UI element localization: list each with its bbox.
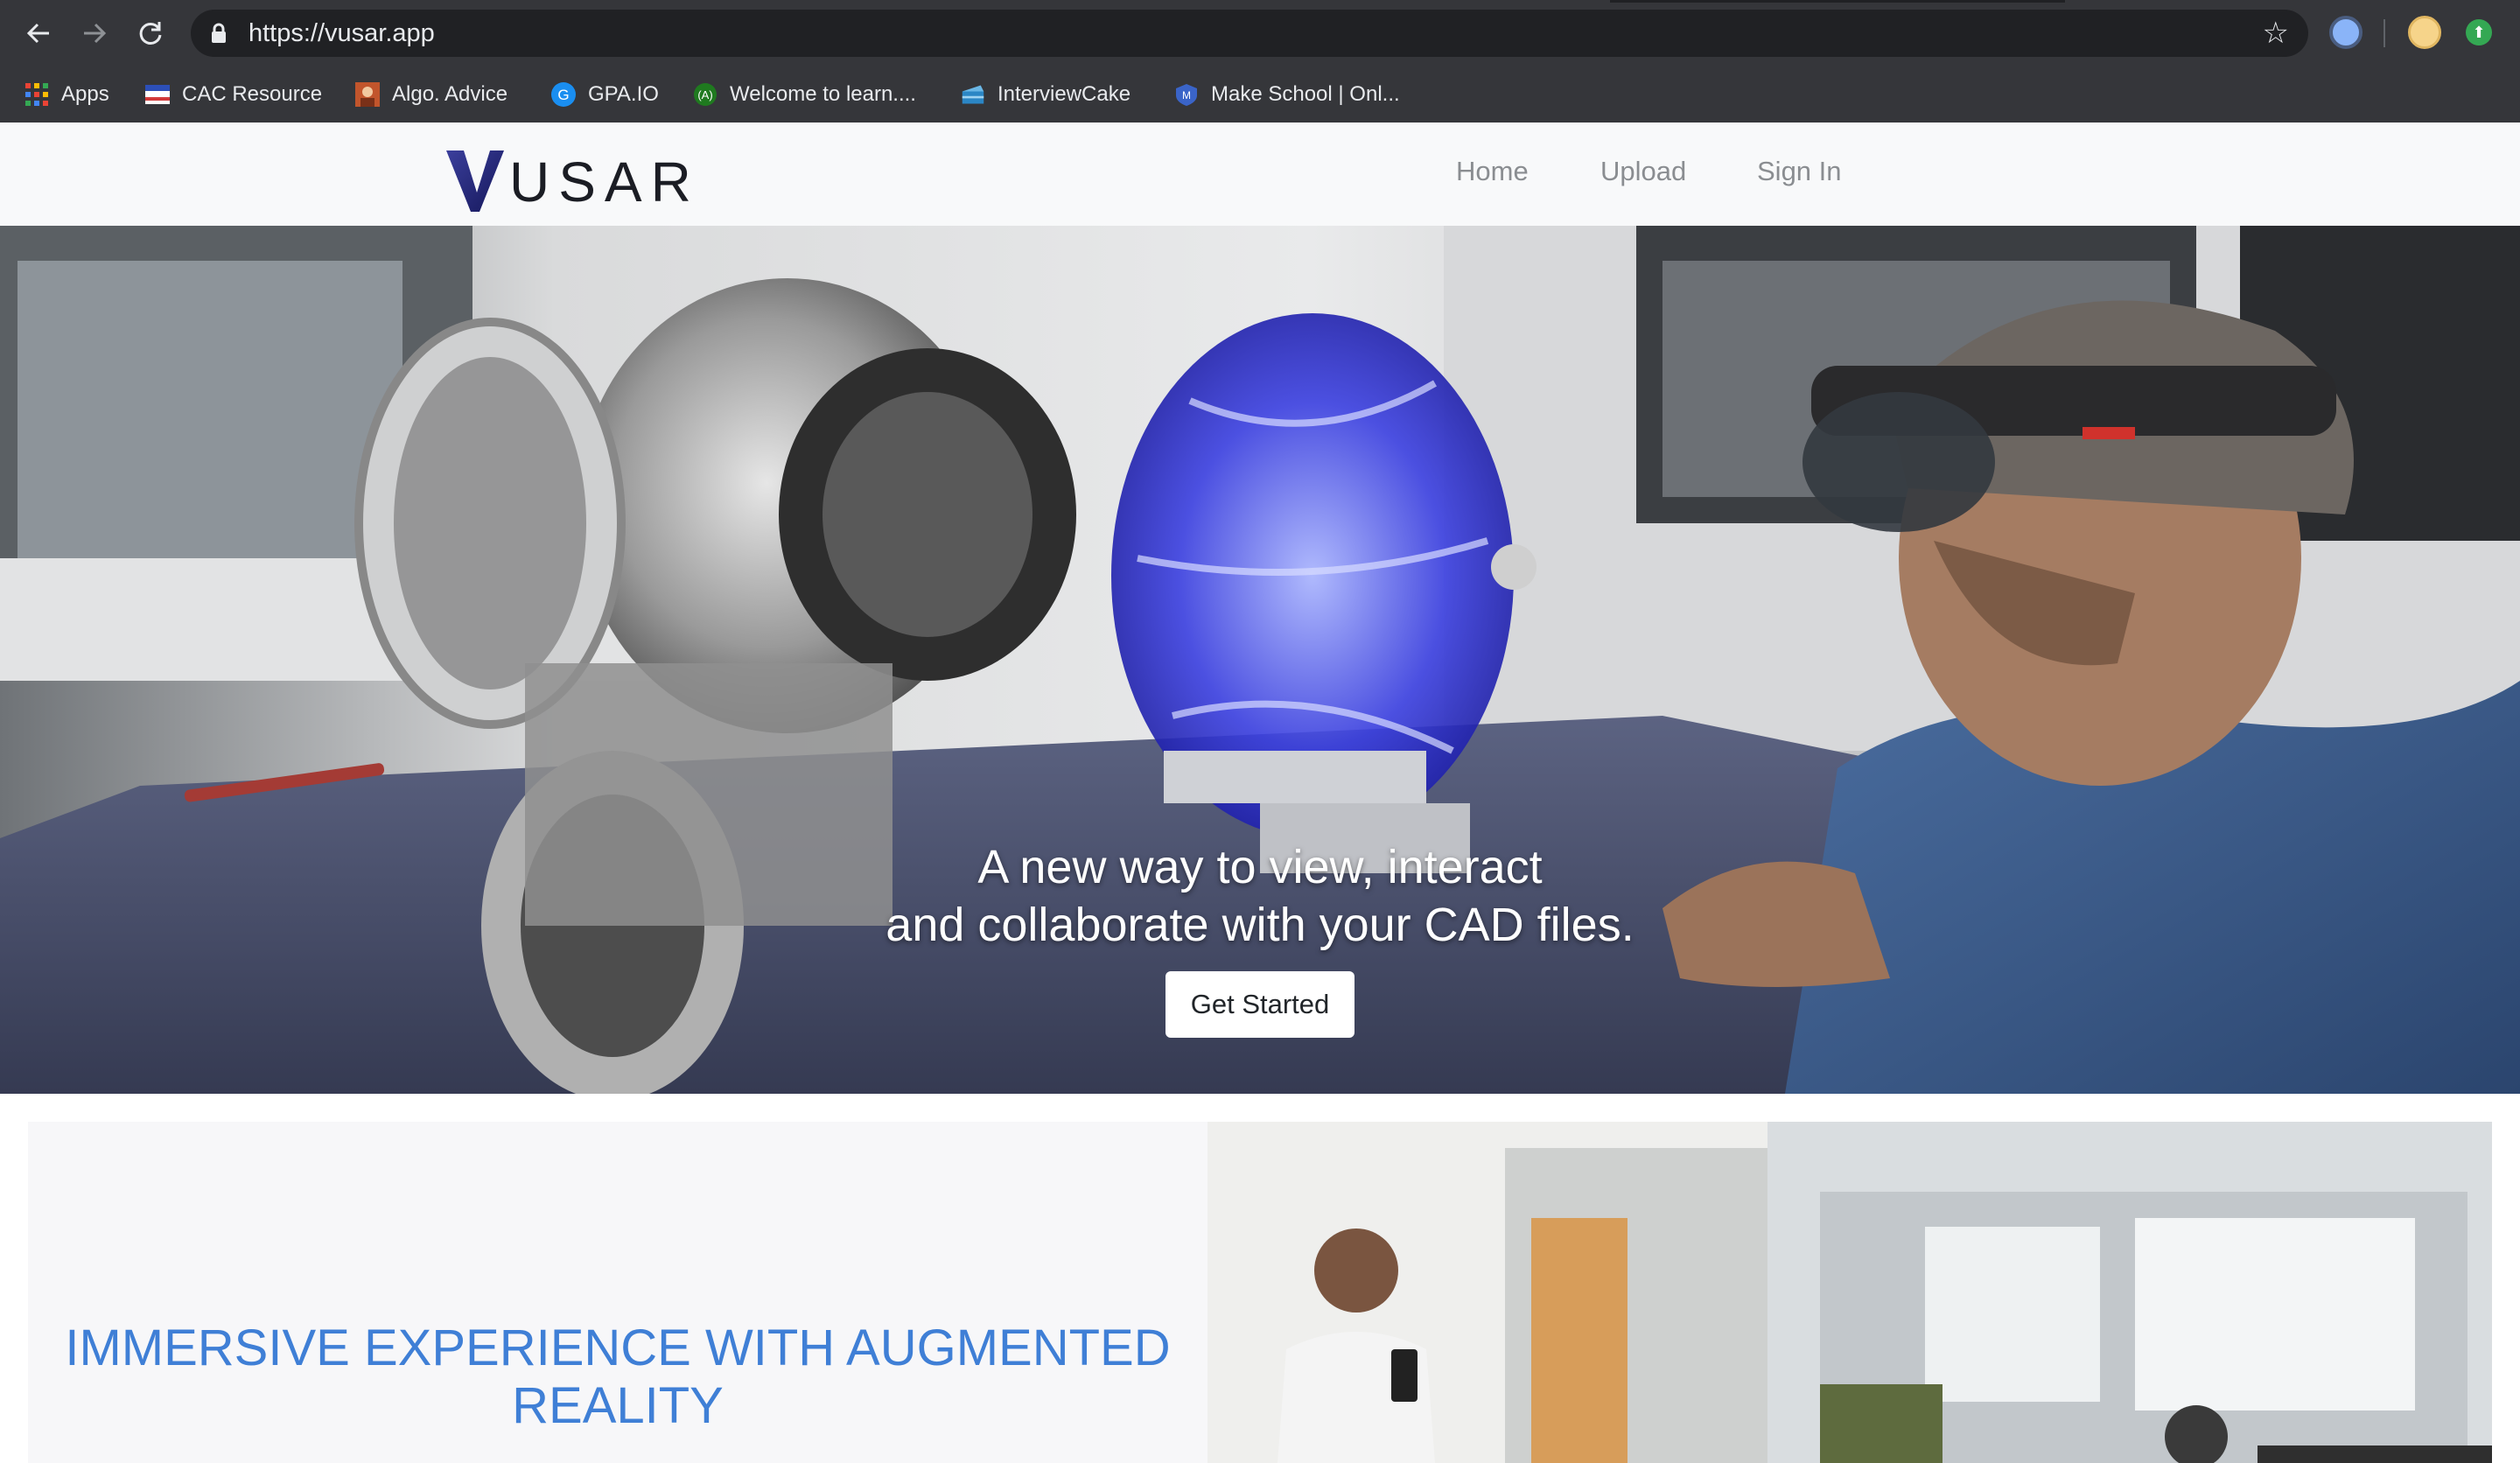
reload-button[interactable]	[130, 12, 172, 54]
reload-icon	[139, 22, 162, 45]
bookmark-label: Make School | Onl...	[1211, 82, 1400, 106]
nav-home-link[interactable]: Home	[1456, 156, 1529, 187]
svg-text:G: G	[557, 87, 569, 103]
lock-icon	[212, 23, 226, 43]
browser-toolbar: https://vusar.app ☆ ⬆	[0, 0, 2520, 66]
address-bar[interactable]: https://vusar.app ☆	[191, 10, 2308, 57]
bookmark-label: Welcome to learn....	[730, 82, 916, 106]
make-school-icon: M	[1174, 82, 1199, 107]
bookmark-gpa-io[interactable]: G GPA.IO	[551, 77, 659, 112]
bookmark-label: InterviewCake	[998, 82, 1131, 106]
bookmark-label: CAC Resource	[182, 82, 323, 106]
update-arrow-icon[interactable]: ⬆	[2466, 19, 2492, 46]
site-navbar: USAR Home Upload Sign In	[0, 122, 2520, 226]
hero-caption: A new way to view, interact and collabor…	[0, 838, 2520, 954]
learn-icon: (A)	[693, 82, 718, 107]
feature-title-line-1: IMMERSIVE EXPERIENCE WITH AUGMENTED	[65, 1320, 1171, 1376]
bookmark-make-school[interactable]: M Make School | Onl...	[1174, 77, 1400, 112]
svg-text:(A): (A)	[697, 88, 712, 102]
hero-headline-line-1: A new way to view, interact	[977, 841, 1543, 893]
algo-advice-icon	[355, 82, 380, 107]
back-arrow-icon	[26, 23, 49, 44]
tab-strip-edge	[1610, 0, 2065, 3]
apps-grid-icon	[24, 82, 49, 107]
bookmark-label: Apps	[61, 82, 109, 106]
nav-sign-in-link[interactable]: Sign In	[1757, 156, 1842, 187]
feature-title-line-2: REALITY	[512, 1377, 724, 1434]
bookmark-apps[interactable]: Apps	[24, 77, 109, 112]
hero-background-image	[0, 226, 2520, 1094]
logo-text: USAR	[509, 150, 700, 214]
feature-office-photo	[1208, 1122, 2492, 1463]
hero-banner: A new way to view, interact and collabor…	[0, 226, 2520, 1094]
url-text[interactable]: https://vusar.app	[248, 19, 435, 48]
logo-v-mark	[446, 150, 504, 212]
bookmark-cac-resource[interactable]: CAC Resource	[145, 77, 322, 112]
bookmark-label: GPA.IO	[588, 82, 659, 106]
bookmark-algo-advice[interactable]: Algo. Advice	[355, 77, 508, 112]
hero-headline-line-2: and collaborate with your CAD files.	[886, 899, 1634, 951]
bookmark-welcome-to-learn[interactable]: (A) Welcome to learn....	[693, 77, 916, 112]
toolbar-separator	[2384, 19, 2385, 47]
cac-flag-icon	[145, 82, 170, 107]
profile-avatar[interactable]	[2408, 16, 2441, 49]
interviewcake-icon	[961, 82, 985, 107]
office-photo-image	[1208, 1122, 2492, 1463]
gpa-g-icon: G	[551, 82, 576, 107]
forward-arrow-icon	[84, 23, 107, 44]
feature-title: IMMERSIVE EXPERIENCE WITH AUGMENTED REAL…	[28, 1320, 1208, 1435]
forward-button[interactable]	[74, 12, 116, 54]
bookmarks-bar: Apps CAC Resource Algo. Advice G GPA.IO …	[0, 66, 2520, 123]
nav-upload-link[interactable]: Upload	[1600, 156, 1686, 187]
bookmark-star-icon[interactable]: ☆	[2263, 16, 2289, 51]
svg-text:M: M	[1182, 89, 1191, 102]
bookmark-interviewcake[interactable]: InterviewCake	[961, 77, 1130, 112]
bookmark-label: Algo. Advice	[392, 82, 508, 106]
back-button[interactable]	[18, 12, 60, 54]
vusar-logo[interactable]: USAR	[444, 140, 700, 214]
feature-text-panel: IMMERSIVE EXPERIENCE WITH AUGMENTED REAL…	[28, 1122, 1208, 1463]
extension-icon[interactable]	[2329, 16, 2362, 49]
get-started-button[interactable]: Get Started	[1166, 971, 1354, 1038]
